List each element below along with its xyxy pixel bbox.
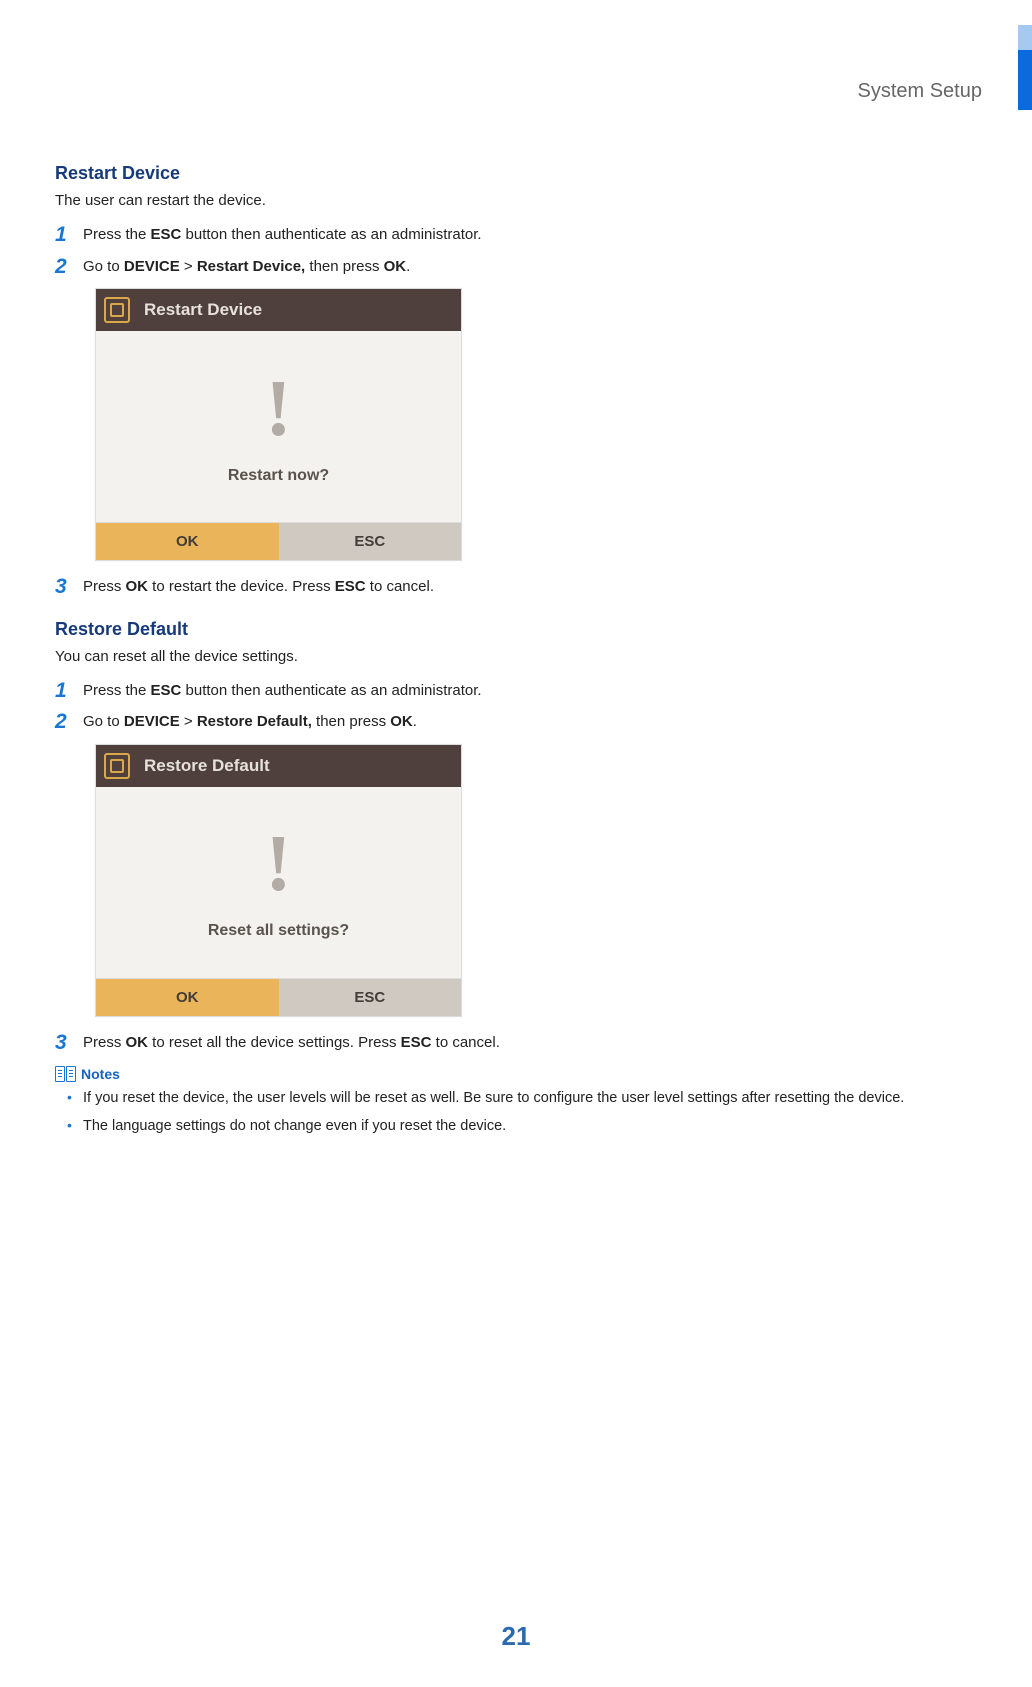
- notes-label: Notes: [81, 1066, 120, 1082]
- restart-step-3: 3 Press OK to restart the device. Press …: [55, 575, 982, 599]
- device-prompt: Restart now?: [228, 467, 329, 485]
- notes-icon: [55, 1066, 77, 1082]
- step-text: Go to DEVICE > Restore Default, then pre…: [83, 710, 982, 734]
- restart-step-2: 2 Go to DEVICE > Restart Device, then pr…: [55, 255, 982, 279]
- device-title-icon-box: [96, 745, 138, 787]
- page-content: Restart Device The user can restart the …: [0, 103, 1032, 1137]
- device-titlebar: Restart Device: [96, 289, 461, 331]
- device-buttons: OK ESC: [96, 978, 461, 1016]
- device-prompt: Reset all settings?: [208, 922, 349, 940]
- page-header: System Setup: [0, 0, 1032, 103]
- step-text: Press OK to reset all the device setting…: [83, 1031, 982, 1055]
- restore-step-1: 1 Press the ESC button then authenticate…: [55, 679, 982, 703]
- restore-steps-cont: 3 Press OK to reset all the device setti…: [55, 1031, 982, 1055]
- page-tab-light: [1018, 25, 1032, 50]
- device-body: ! Reset all settings?: [96, 787, 461, 978]
- restart-steps: 1 Press the ESC button then authenticate…: [55, 223, 982, 278]
- alert-icon: !: [265, 369, 292, 449]
- device-titlebar: Restore Default: [96, 745, 461, 787]
- note-item: The language settings do not change even…: [83, 1116, 982, 1136]
- device-title-icon-box: [96, 289, 138, 331]
- ok-button[interactable]: OK: [96, 979, 279, 1016]
- esc-button[interactable]: ESC: [279, 979, 462, 1016]
- device-menu-icon: [104, 753, 130, 779]
- device-menu-icon: [104, 297, 130, 323]
- restore-step-3: 3 Press OK to reset all the device setti…: [55, 1031, 982, 1055]
- device-buttons: OK ESC: [96, 522, 461, 560]
- step-text: Press OK to restart the device. Press ES…: [83, 575, 982, 599]
- step-text: Go to DEVICE > Restart Device, then pres…: [83, 255, 982, 279]
- restart-step-1: 1 Press the ESC button then authenticate…: [55, 223, 982, 247]
- restart-steps-cont: 3 Press OK to restart the device. Press …: [55, 575, 982, 599]
- device-title-text: Restore Default: [138, 756, 270, 776]
- device-body: ! Restart now?: [96, 331, 461, 522]
- device-title-text: Restart Device: [138, 300, 262, 320]
- header-section-title: System Setup: [857, 80, 982, 102]
- step-text: Press the ESC button then authenticate a…: [83, 679, 982, 703]
- section-title-restore: Restore Default: [55, 619, 982, 640]
- page-tab: [1018, 50, 1032, 110]
- restore-steps: 1 Press the ESC button then authenticate…: [55, 679, 982, 734]
- section-title-restart: Restart Device: [55, 163, 982, 184]
- step-number: 2: [55, 255, 83, 278]
- alert-icon: !: [265, 824, 292, 904]
- step-text: Press the ESC button then authenticate a…: [83, 223, 982, 247]
- restore-desc: You can reset all the device settings.: [55, 648, 982, 665]
- notes-list: If you reset the device, the user levels…: [55, 1088, 982, 1137]
- step-number: 3: [55, 1031, 83, 1054]
- restart-desc: The user can restart the device.: [55, 192, 982, 209]
- restore-device-screenshot: Restore Default ! Reset all settings? OK…: [95, 744, 462, 1017]
- step-number: 3: [55, 575, 83, 598]
- esc-button[interactable]: ESC: [279, 523, 462, 560]
- restart-device-screenshot: Restart Device ! Restart now? OK ESC: [95, 288, 462, 561]
- notes-header: Notes: [55, 1066, 982, 1082]
- restore-step-2: 2 Go to DEVICE > Restore Default, then p…: [55, 710, 982, 734]
- ok-button[interactable]: OK: [96, 523, 279, 560]
- step-number: 1: [55, 223, 83, 246]
- step-number: 2: [55, 710, 83, 733]
- step-number: 1: [55, 679, 83, 702]
- page-number: 21: [0, 1621, 1032, 1652]
- note-item: If you reset the device, the user levels…: [83, 1088, 982, 1108]
